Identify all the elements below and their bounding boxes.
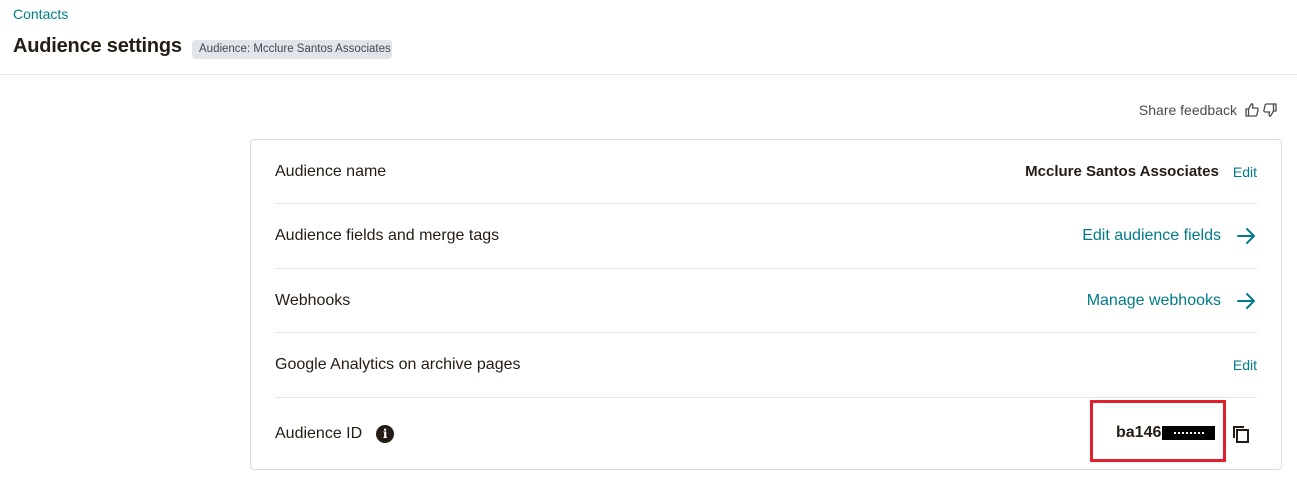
audience-fields-label: Audience fields and merge tags bbox=[275, 227, 500, 244]
thumbs-up-icon[interactable] bbox=[1243, 101, 1261, 119]
analytics-label: Google Analytics on archive pages bbox=[275, 356, 521, 373]
copy-icon[interactable] bbox=[1230, 423, 1252, 445]
webhooks-label: Webhooks bbox=[275, 291, 351, 309]
arrow-right-icon[interactable] bbox=[1235, 290, 1257, 312]
audience-fields-row[interactable]: Audience fields and merge tags Edit audi… bbox=[275, 204, 1257, 269]
audience-name-row: Audience name Mcclure Santos Associates … bbox=[275, 140, 1257, 204]
redaction-bar bbox=[1162, 426, 1216, 440]
edit-audience-fields-link[interactable]: Edit audience fields bbox=[1082, 227, 1221, 245]
audience-name-label: Audience name bbox=[275, 162, 387, 180]
edit-analytics-link[interactable]: Edit bbox=[1233, 357, 1257, 373]
page-header: Contacts Audience settings Audience: Mcc… bbox=[0, 0, 1297, 75]
page-title: Audience settings bbox=[13, 35, 182, 57]
manage-webhooks-link[interactable]: Manage webhooks bbox=[1087, 292, 1221, 310]
audience-name-value: Mcclure Santos Associates bbox=[1025, 163, 1219, 180]
info-icon[interactable]: i bbox=[376, 425, 395, 443]
analytics-row: Google Analytics on archive pages Edit bbox=[275, 333, 1257, 398]
arrow-right-icon[interactable] bbox=[1235, 225, 1257, 247]
audience-id-label: Audience ID bbox=[275, 425, 363, 442]
breadcrumb-contacts[interactable]: Contacts bbox=[13, 6, 68, 22]
webhooks-row[interactable]: Webhooks Manage webhooks bbox=[275, 269, 1257, 333]
edit-audience-name-link[interactable]: Edit bbox=[1233, 164, 1257, 180]
audience-badge: Audience: Mcclure Santos Associates bbox=[192, 40, 392, 59]
audience-id-value: ba146 bbox=[1116, 424, 1216, 442]
share-feedback: Share feedback bbox=[1139, 101, 1279, 119]
share-feedback-label: Share feedback bbox=[1138, 102, 1237, 118]
thumbs-down-icon[interactable] bbox=[1261, 101, 1279, 119]
audience-id-text: ba146 bbox=[1116, 424, 1162, 441]
